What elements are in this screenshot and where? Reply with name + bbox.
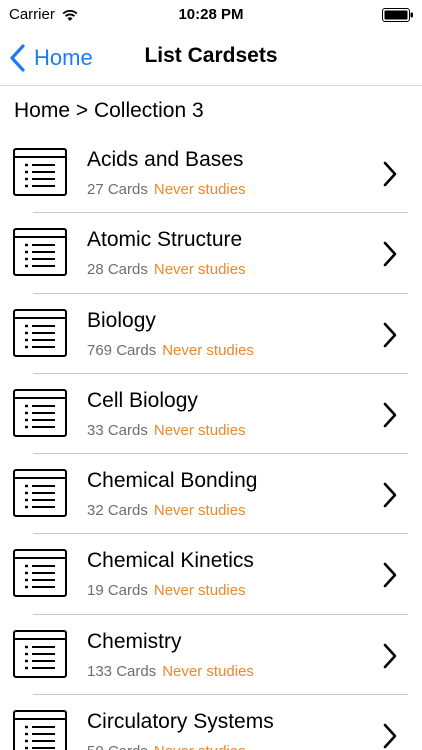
cardset-list: Acids and Bases 27 Cards Never studies Atom… <box>0 133 422 750</box>
chevron-right-icon <box>382 240 398 268</box>
chevron-right-icon <box>382 481 398 509</box>
battery-icon <box>382 8 413 22</box>
study-status: Never studies <box>162 662 254 680</box>
list-document-icon <box>13 148 67 196</box>
cardset-title: Biology <box>87 308 156 332</box>
cardset-row[interactable]: Atomic Structure 28 Cards Never studies <box>0 213 422 294</box>
list-document-icon <box>13 388 67 437</box>
breadcrumb: Home > Collection 3 <box>14 99 204 122</box>
cardset-title: Circulatory Systems <box>87 710 274 734</box>
card-count: 32 Cards <box>87 502 148 520</box>
cardset-row[interactable]: Chemical Kinetics 19 Cards Never studies <box>0 534 422 615</box>
card-count: 19 Cards <box>87 582 148 600</box>
list-document-icon <box>13 228 67 277</box>
cardset-row[interactable]: Cell Biology 33 Cards Never studies <box>0 374 422 455</box>
list-document-icon <box>13 710 67 750</box>
cardset-title: Cell Biology <box>87 388 198 412</box>
chevron-right-icon <box>382 321 398 349</box>
cardset-title: Acids and Bases <box>87 148 244 171</box>
cardset-title: Chemistry <box>87 629 182 653</box>
cardset-title: Chemical Bonding <box>87 469 258 493</box>
cardset-meta: 27 Cards Never studies <box>87 181 246 198</box>
cardset-meta: 133 Cards Never studies <box>87 663 254 680</box>
chevron-right-icon <box>382 642 398 670</box>
study-status: Never studies <box>153 582 246 600</box>
status-time: 10:28 PM <box>178 6 244 23</box>
study-status: Never studies <box>154 743 246 750</box>
cardset-title: Chemical Kinetics <box>87 549 254 573</box>
cardset-meta: 32 Cards Never studies <box>87 502 246 519</box>
study-status: Never studies <box>162 341 254 359</box>
card-count: 133 Cards <box>87 662 157 680</box>
card-count: 28 Cards <box>87 261 148 279</box>
list-document-icon <box>13 549 67 598</box>
card-count: 50 Cards <box>87 743 148 750</box>
status-bar: Carrier 10:28 PM <box>0 0 422 30</box>
navigation-bar: Home List Cardsets <box>0 30 422 86</box>
cardset-row[interactable]: Chemical Bonding 32 Cards Never studies <box>0 454 422 535</box>
chevron-right-icon <box>382 160 398 188</box>
card-count: 33 Cards <box>87 421 148 439</box>
cardset-meta: 19 Cards Never studies <box>87 582 246 599</box>
cardset-meta: 33 Cards Never studies <box>87 422 246 439</box>
study-status: Never studies <box>153 502 246 520</box>
list-document-icon <box>13 469 67 518</box>
cardset-meta: 769 Cards Never studies <box>87 342 254 359</box>
chevron-right-icon <box>382 561 398 589</box>
cardset-meta: 28 Cards Never studies <box>87 261 246 278</box>
cardset-row[interactable]: Chemistry 133 Cards Never studies <box>0 615 422 696</box>
page-title: List Cardsets <box>144 44 278 67</box>
list-document-icon <box>13 629 67 678</box>
study-status: Never studies <box>153 421 246 439</box>
card-count: 769 Cards <box>87 341 157 359</box>
chevron-right-icon <box>382 401 398 429</box>
study-status: Never studies <box>153 261 246 279</box>
study-status: Never studies <box>153 181 246 198</box>
cardset-meta: 50 Cards Never studies <box>87 743 246 750</box>
cardset-row[interactable]: Circulatory Systems 50 Cards Never studies <box>0 695 422 750</box>
cardset-title: Atomic Structure <box>87 228 243 252</box>
list-document-icon <box>13 308 67 357</box>
cardset-row[interactable]: Biology 769 Cards Never studies <box>0 294 422 374</box>
chevron-right-icon <box>382 722 398 750</box>
card-count: 27 Cards <box>87 181 148 198</box>
cardset-row[interactable]: Acids and Bases 27 Cards Never studies <box>0 133 422 214</box>
